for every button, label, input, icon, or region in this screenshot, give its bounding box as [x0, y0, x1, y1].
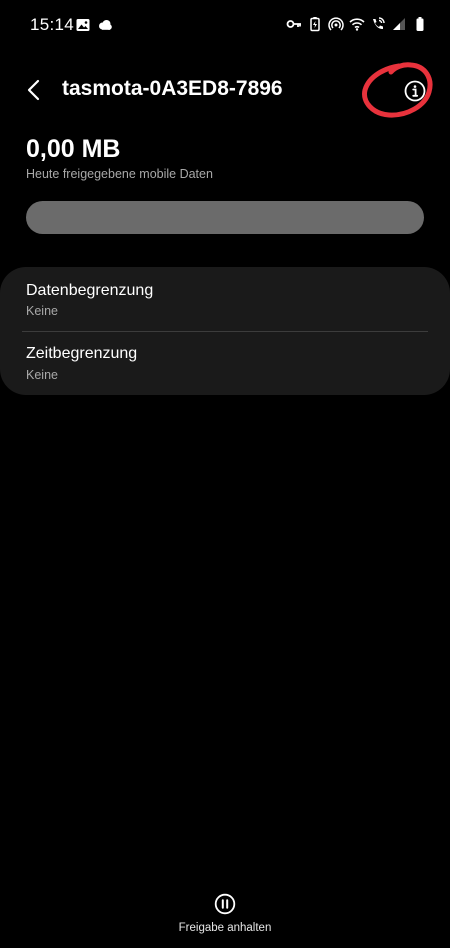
limits-card: Datenbegrenzung Keine Zeitbegrenzung Kei… — [0, 267, 450, 395]
battery-icon — [416, 17, 424, 31]
back-button[interactable] — [18, 74, 50, 106]
signal-icon — [393, 18, 405, 30]
chevron-left-icon — [27, 79, 40, 101]
wifi-calling-icon — [373, 17, 385, 30]
data-limit-title: Datenbegrenzung — [26, 282, 154, 299]
info-icon — [404, 80, 426, 102]
cloud-icon — [99, 20, 112, 30]
page-title: tasmota-0A3ED8-7896 — [62, 77, 283, 100]
usage-caption: Heute freigegebene mobile Daten — [26, 167, 213, 181]
key-icon — [286, 20, 301, 28]
usage-value: 0,00 MB — [26, 135, 121, 163]
time-limit-title: Zeitbegrenzung — [26, 345, 138, 362]
info-button[interactable] — [398, 74, 432, 108]
image-icon — [76, 19, 90, 31]
time-limit-row[interactable]: Zeitbegrenzung Keine — [0, 331, 450, 395]
pause-sharing-button[interactable]: Freigabe anhalten — [150, 890, 300, 940]
hotspot-icon — [328, 17, 344, 31]
status-right-icons — [286, 16, 428, 32]
app-header: tasmota-0A3ED8-7896 — [0, 60, 450, 120]
status-left-icons — [75, 17, 113, 33]
data-limit-row[interactable]: Datenbegrenzung Keine — [0, 267, 450, 331]
wifi-icon — [349, 18, 365, 31]
pause-circle-icon — [214, 893, 236, 915]
time-limit-value: Keine — [26, 368, 58, 382]
battery-saver-icon — [310, 17, 320, 32]
usage-progress-bar — [26, 201, 424, 234]
pause-sharing-label: Freigabe anhalten — [178, 922, 272, 934]
status-bar: 15:14 — [0, 0, 450, 50]
data-limit-value: Keine — [26, 304, 58, 318]
status-time: 15:14 — [30, 15, 75, 34]
